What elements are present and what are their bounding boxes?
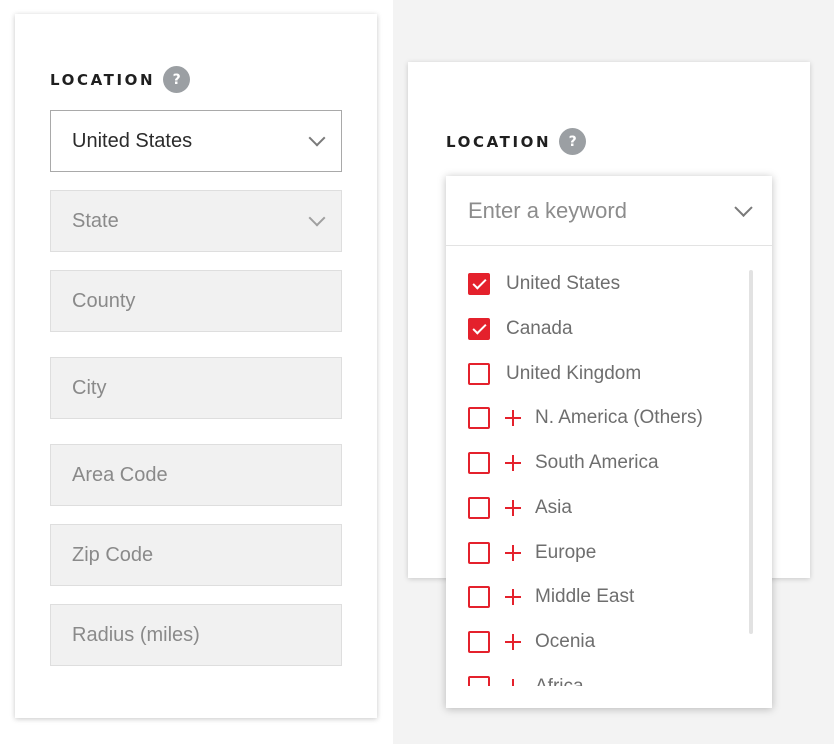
expand-plus-icon[interactable] [505,679,521,686]
radius-input[interactable]: Radius (miles) [50,604,342,666]
option-label: Middle East [535,586,635,607]
option-europe[interactable]: Europe [468,539,596,567]
option-asia[interactable]: Asia [468,494,572,522]
checkbox[interactable] [468,542,490,564]
option-label: N. America (Others) [535,407,703,428]
checkbox[interactable] [468,586,490,608]
option-label: United States [506,273,621,294]
expand-plus-icon[interactable] [505,634,521,650]
option-label: Canada [506,318,573,339]
state-select-placeholder: State [72,209,119,232]
option-label: Africa [535,676,584,686]
location-dropdown: Enter a keyword United States Canada Uni… [446,176,772,708]
option-label: Asia [535,497,572,518]
expand-plus-icon[interactable] [505,410,521,426]
area-code-input[interactable]: Area Code [50,444,342,506]
option-label: Ocenia [535,631,596,652]
option-united-kingdom[interactable]: United Kingdom [468,360,641,388]
county-input[interactable]: County [50,270,342,332]
checkbox[interactable] [468,407,490,429]
area-code-placeholder: Area Code [72,463,168,486]
checkbox[interactable] [468,676,490,686]
option-south-america[interactable]: South America [468,449,659,477]
option-n-america-others[interactable]: N. America (Others) [468,404,703,432]
radius-placeholder: Radius (miles) [72,623,200,646]
expand-plus-icon[interactable] [505,455,521,471]
option-ocenia[interactable]: Ocenia [468,628,595,656]
option-label: Europe [535,542,597,563]
chevron-down-icon [308,209,326,227]
help-icon[interactable]: ? [559,128,587,155]
expand-plus-icon[interactable] [505,500,521,516]
state-select[interactable]: State [50,190,342,252]
checkbox-checked[interactable] [468,273,490,295]
chevron-down-icon [308,129,326,147]
country-select-value: United States [72,129,193,152]
location-options-list: United States Canada United Kingdom N. A… [446,246,772,686]
expand-plus-icon[interactable] [505,545,521,561]
chevron-down-icon[interactable] [734,198,753,217]
zip-code-input[interactable]: Zip Code [50,524,342,586]
keyword-input[interactable]: Enter a keyword [446,176,772,246]
option-label: United Kingdom [506,363,642,384]
location-title: LOCATION [50,70,156,89]
help-icon[interactable]: ? [163,66,191,93]
option-middle-east[interactable]: Middle East [468,583,634,611]
checkbox[interactable] [468,363,490,385]
city-input[interactable]: City [50,357,342,419]
dropdown-scrollbar[interactable] [749,270,753,634]
checkbox[interactable] [468,452,490,474]
checkbox[interactable] [468,497,490,519]
keyword-placeholder: Enter a keyword [468,198,627,223]
option-canada[interactable]: Canada [468,315,573,343]
option-united-states[interactable]: United States [468,270,620,298]
expand-plus-icon[interactable] [505,589,521,605]
option-africa[interactable]: Africa [468,673,584,686]
country-select[interactable]: United States [50,110,342,172]
location-section-header: LOCATION ? [50,66,191,93]
checkbox[interactable] [468,631,490,653]
option-label: South America [535,452,659,473]
zip-code-placeholder: Zip Code [72,543,154,566]
location-filter-panel: LOCATION ? United States State County Ci… [15,14,377,718]
location-section-header: LOCATION ? [446,128,587,155]
city-placeholder: City [72,376,107,399]
location-title: LOCATION [446,132,552,151]
county-placeholder: County [72,289,136,312]
checkbox-checked[interactable] [468,318,490,340]
